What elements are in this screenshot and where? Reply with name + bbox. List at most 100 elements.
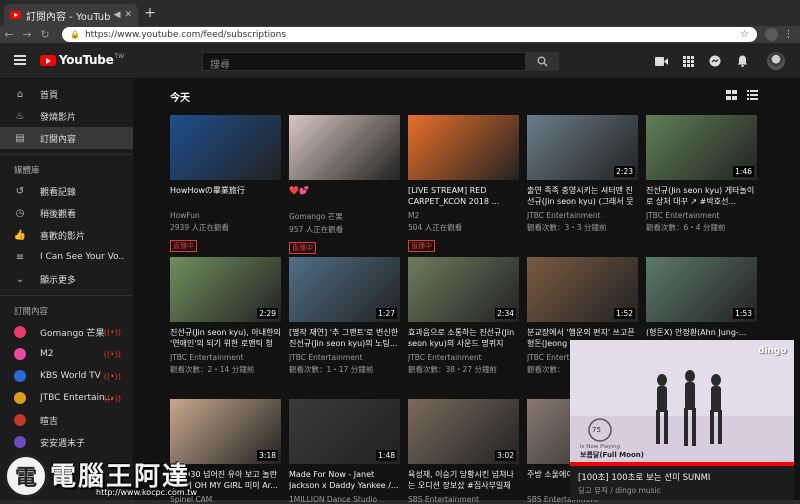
channel-avatar [14,414,26,426]
video-meta: 504 人正在觀看 [408,223,463,232]
video-card[interactable]: 1:27 [명작 재연] '추 그랜트'로 변신한 진선규(Jin seon ky… [289,257,400,375]
divider [0,295,133,296]
sidebar-subscription-item[interactable]: JTBC Entertain... ((•)) [0,387,133,409]
video-title[interactable]: [명작 재연] '추 그랜트'로 변신한 진선규(Jin seon kyu)의 … [289,327,400,349]
forward-icon[interactable]: → [18,28,36,41]
video-thumbnail[interactable]: 3:18 [170,399,281,464]
sidebar-subscription-item[interactable]: Gomango 芒果 ((•)) [0,321,133,343]
library-heading: 媒體庫 [14,166,40,176]
video-thumbnail[interactable] [408,115,519,180]
mini-player-channel[interactable]: 딩고 뮤직 / dingo music [578,485,661,496]
sidebar-subscription-item[interactable]: KBS World TV ((•)) [0,365,133,387]
sidebar-item-label: KBS World TV [40,371,101,381]
video-thumbnail[interactable] [289,115,400,180]
lock-icon: 🔒 [70,30,80,39]
video-thumbnail[interactable]: 1:48 [289,399,400,464]
sidebar-item-show-more[interactable]: ⌄ 顯示更多 [0,268,133,290]
video-title[interactable]: 육성재, 이승기 당황시킨 넘쳐나는 오디션 장보샀 #집사부일체 ... [408,469,519,491]
search-button[interactable] [526,52,559,71]
video-card[interactable]: HowHowの畢業旅行 HowFun 2939 人正在觀看 直播中 [170,115,281,252]
video-card[interactable]: 2:34 효과음으로 소통하는 진선규(Jin seon kyu)의 사운드 명퀴… [408,257,519,375]
video-thumbnail[interactable]: 2:34 [408,257,519,322]
watermark-url: http://www.kocpc.com.tw [96,488,197,497]
sidebar-item-label: 暄吉 [40,416,59,427]
create-video-icon[interactable] [653,53,669,69]
url-field[interactable]: 🔒 https://www.youtube.com/feed/subscript… [62,27,757,42]
sidebar-subscription-item[interactable]: M2 ((•)) [0,343,133,365]
bookmark-star-icon[interactable]: ☆ [740,29,749,40]
hamburger-menu-icon[interactable] [14,55,26,65]
search-icon [537,56,548,67]
video-duration: 2:29 [257,308,278,319]
address-bar-row: ← → ↻ 🔒 https://www.youtube.com/feed/sub… [0,26,800,43]
sidebar-item-watch-later[interactable]: ◷ 稍後觀看 [0,202,133,224]
back-icon[interactable]: ← [0,28,18,41]
video-thumbnail[interactable]: 1:27 [289,257,400,322]
video-channel[interactable]: JTBC Entertainment [170,353,281,362]
audio-icon[interactable]: ◀︎ [114,10,121,20]
video-card[interactable]: ❤️💕 Gomango 芒果 957 人正在觀看 直播中 [289,115,400,254]
sidebar-item-home[interactable]: ⌂ 首頁 [0,83,133,105]
mini-player-video[interactable]: 75 Is Now Playing 보름달(Full Moon) dingo [570,340,794,466]
sidebar-item-label: I Can See Your Vo... [40,252,124,262]
video-channel[interactable]: HowFun [170,211,281,220]
sidebar-item-playlist[interactable]: ≡ I Can See Your Vo... [0,246,133,268]
flame-icon: ♨ [15,110,25,122]
video-channel[interactable]: JTBC Entertainment [527,211,638,220]
sidebar-item-label: Gomango 芒果 [40,328,105,339]
video-card[interactable]: [LIVE STREAM] RED CARPET_KCON 2018 ... M2… [408,115,519,252]
youtube-logo[interactable]: YouTube TW [40,53,124,67]
video-card[interactable]: 1:48 Made For Now - Janet Jackson x Daddy… [289,399,400,504]
video-channel[interactable]: JTBC Entertainment [408,353,519,362]
sidebar-subscription-item[interactable]: 安安週末子 [0,431,133,453]
menu-dots-icon[interactable]: ⋮ [782,28,795,41]
video-thumbnail[interactable]: 2:23 [527,115,638,180]
video-thumbnail[interactable]: 1:53 [646,257,757,322]
video-thumbnail[interactable]: 2:29 [170,257,281,322]
video-card[interactable]: 2:23 출연 족족 충영시키는 셔터맨 진선규(Jin seon kyu) (그… [527,115,638,233]
video-channel[interactable]: JTBC Entertainment [289,353,400,362]
channel-avatar [14,326,26,338]
channel-avatar [14,392,26,404]
video-card[interactable]: 1:46 진선규(Jin seon kyu) 게타놀이로 상처 대꾸 ↗ #박호선… [646,115,757,233]
video-duration: 1:46 [733,166,754,177]
video-channel[interactable]: M2 [408,211,519,220]
video-thumbnail[interactable]: 1:52 [527,257,638,322]
mini-player-title[interactable]: [100초] 100초로 보는 선미 SUNMI [578,471,710,483]
list-view-icon[interactable] [747,90,758,100]
sidebar-item-liked[interactable]: 👍 喜歡的影片 [0,224,133,246]
new-tab-button[interactable]: + [142,5,158,21]
video-card[interactable]: 3:02 육성재, 이승기 당황시킨 넘쳐나는 오디션 장보샀 #집사부일체 ..… [408,399,519,504]
channel-avatar [14,436,26,448]
video-title[interactable]: HowHowの畢業旅行 [170,185,281,207]
video-title[interactable]: 효과음으로 소통하는 진선규(Jin seon kyu)의 사운드 명퀴지 "피… [408,327,519,349]
video-title[interactable]: 출연 족족 충영시키는 셔터맨 진선규(Jin seon kyu) (그래서 뭇… [527,185,638,207]
video-thumbnail[interactable]: 3:02 [408,399,519,464]
grid-view-icon[interactable] [726,90,737,100]
sidebar-item-history[interactable]: ↺ 觀看記錄 [0,180,133,202]
video-channel[interactable]: Gomango 芒果 [289,211,400,222]
video-title[interactable]: 진선규(Jin seon kyu), 아내한의 '연애인'의 되기 위한 로맨틱… [170,327,281,349]
sidebar-subscription-item[interactable]: 暄吉 [0,409,133,431]
browser-tab[interactable]: 訂閱內容 - YouTube ◀︎ ✕ [4,4,138,26]
account-avatar[interactable] [767,52,785,70]
video-card[interactable]: 2:29 진선규(Jin seon kyu), 아내한의 '연애인'의 되기 위한… [170,257,281,375]
notifications-bell-icon[interactable] [734,53,750,69]
messages-icon[interactable] [707,53,723,69]
extension-icon[interactable] [765,28,778,41]
tab-close-icon[interactable]: ✕ [124,10,132,20]
video-title[interactable]: 진선규(Jin seon kyu) 게타놀이로 상처 대꾸 ↗ #박호선... [646,185,757,207]
video-title[interactable]: Made For Now - Janet Jackson x Daddy Yan… [289,469,400,491]
video-title[interactable]: ❤️💕 [289,185,400,207]
mini-player[interactable]: 75 Is Now Playing 보름달(Full Moon) dingo [… [570,340,794,500]
logo-region: TW [114,53,125,60]
sidebar-item-subscriptions[interactable]: ▤ 訂閱內容 [0,127,133,149]
video-thumbnail[interactable]: 1:46 [646,115,757,180]
video-thumbnail[interactable] [170,115,281,180]
video-channel[interactable]: JTBC Entertainment [646,211,757,220]
sidebar-item-trending[interactable]: ♨ 發燒影片 [0,105,133,127]
apps-grid-icon[interactable] [680,53,696,69]
search-input[interactable]: 搜尋 [202,52,526,71]
video-title[interactable]: [LIVE STREAM] RED CARPET_KCON 2018 ... [408,185,519,207]
reload-icon[interactable]: ↻ [36,28,54,41]
